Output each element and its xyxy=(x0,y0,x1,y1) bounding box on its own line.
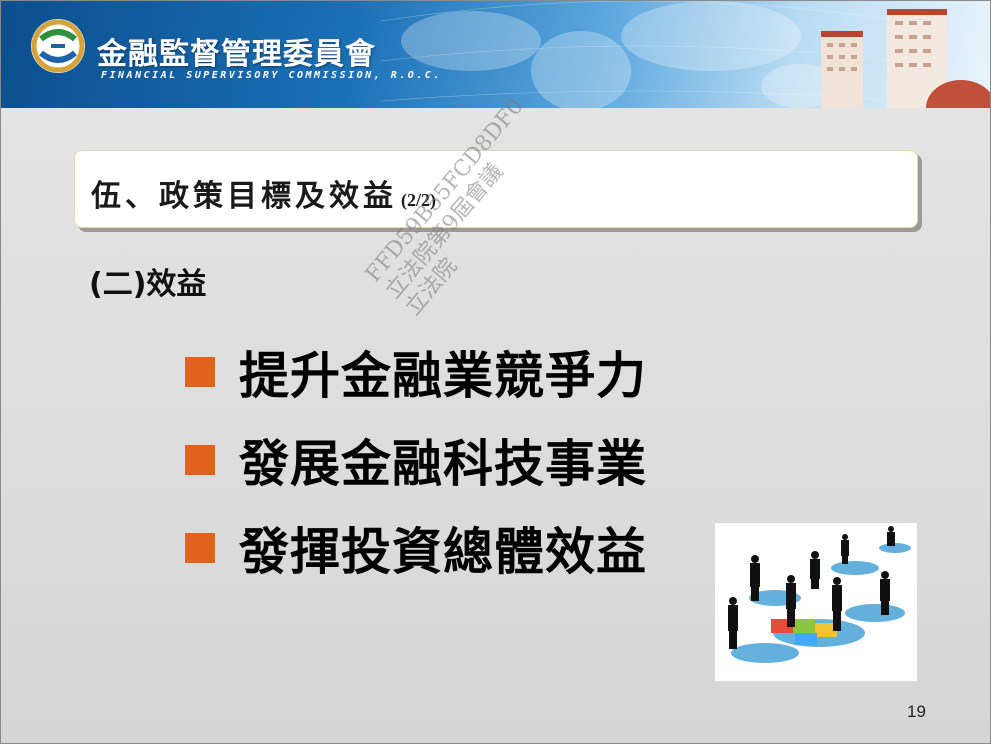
list-item: 發揮投資總體效益 xyxy=(185,504,647,592)
list-item: 發展金融科技事業 xyxy=(185,416,647,504)
org-name-english: FINANCIAL SUPERVISORY COMMISSION, R.O.C. xyxy=(101,70,442,81)
fsc-logo-emblem-icon xyxy=(31,19,85,73)
bullet-text: 提升金融業競爭力 xyxy=(239,347,647,405)
slide: 金融監督管理委員會 FINANCIAL SUPERVISORY COMMISSI… xyxy=(0,0,991,744)
section-subheading: (二)效益 xyxy=(89,267,207,302)
bullet-text: 發展金融科技事業 xyxy=(239,435,647,493)
business-people-puzzle-illustration-icon xyxy=(715,523,917,681)
square-bullet-icon xyxy=(185,445,215,475)
header-banner: 金融監督管理委員會 FINANCIAL SUPERVISORY COMMISSI… xyxy=(1,1,990,108)
bullet-list: 提升金融業競爭力 發展金融科技事業 發揮投資總體效益 xyxy=(185,328,647,592)
list-item: 提升金融業競爭力 xyxy=(185,328,647,416)
bullet-text: 發揮投資總體效益 xyxy=(239,523,647,581)
org-name-chinese: 金融監督管理委員會 xyxy=(97,37,376,72)
slide-title-main: 伍、政策目標及效益 xyxy=(91,179,397,214)
slide-title: 伍、政策目標及效益 (2/2) xyxy=(91,171,436,215)
page-number: 19 xyxy=(907,702,926,721)
square-bullet-icon xyxy=(185,357,215,387)
square-bullet-icon xyxy=(185,533,215,563)
buildings-graphic xyxy=(821,9,990,108)
